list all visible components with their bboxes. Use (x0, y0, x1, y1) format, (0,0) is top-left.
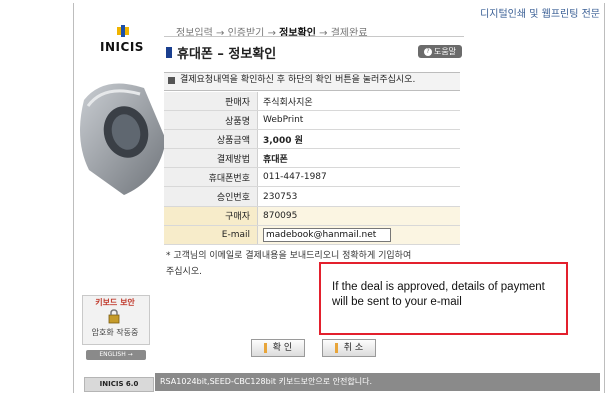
inicis-logo: INICIS (100, 40, 144, 54)
row-label: 상품명 (164, 110, 258, 131)
divider (164, 36, 464, 37)
lock-icon (108, 309, 120, 324)
table-row: 승인번호 230753 (164, 186, 460, 207)
row-label: 구매자 (164, 206, 258, 226)
table-row: 결제방법 휴대폰 (164, 148, 460, 169)
table-row: 상품금액 3,000 원 (164, 129, 460, 150)
inicis-version-badge: INICIS 6.0 (84, 377, 154, 392)
row-value: 3,000 원 (257, 129, 460, 150)
table-row: 상품명 WebPrint (164, 110, 460, 131)
flip-phone-image (80, 83, 166, 195)
row-label: 휴대폰번호 (164, 167, 258, 188)
button-accent-icon (334, 342, 338, 353)
step-arrow-icon: → (319, 28, 328, 39)
title-accent-bar (166, 47, 172, 58)
cancel-label: 취 소 (343, 343, 364, 353)
row-value: 011-447-1987 (257, 167, 460, 188)
english-button[interactable]: ENGLISH → (86, 350, 146, 360)
email-field[interactable] (263, 227, 391, 242)
help-label: 도움말 (433, 47, 457, 56)
top-banner: 디지털인쇄 및 웹프린팅 전문 (480, 9, 600, 20)
email-row: E-mail (164, 225, 460, 245)
bullet-icon (168, 77, 175, 84)
row-label: 상품금액 (164, 129, 258, 150)
page-title: 휴대폰 – 정보확인 (177, 47, 277, 62)
keyboard-security-status: 암호화 작동중 (91, 328, 139, 337)
step-arrow-icon: → (216, 28, 225, 39)
row-value: WebPrint (257, 110, 460, 131)
email-label: E-mail (164, 225, 258, 245)
step-arrow-icon: → (267, 28, 276, 39)
payment-details-table: 판매자 주식회사지온 상품명 WebPrint 상품금액 3,000 원 결제방… (164, 92, 460, 245)
row-value: 주식회사지온 (257, 92, 460, 112)
row-label: 결제방법 (164, 148, 258, 169)
table-row: 판매자 주식회사지온 (164, 92, 460, 112)
help-button[interactable]: ? 도움말 (418, 45, 462, 58)
step-1: 정보입력 (176, 28, 213, 39)
email-cell (257, 225, 460, 245)
table-row: 휴대폰번호 011-447-1987 (164, 167, 460, 188)
confirm-label: 확 인 (272, 343, 293, 353)
inicis-logo-icon (117, 25, 129, 37)
row-value: 230753 (257, 186, 460, 207)
row-label: 승인번호 (164, 186, 258, 207)
table-row: 구매자 870095 (164, 206, 460, 226)
cancel-button[interactable]: 취 소 (322, 339, 376, 357)
row-value: 휴대폰 (257, 148, 460, 169)
footnote-continued: 주십시오. (166, 267, 202, 277)
step-2: 인증받기 (227, 28, 265, 39)
annotation-text: If the deal is approved, details of paym… (332, 281, 545, 308)
confirm-button[interactable]: 확 인 (251, 339, 305, 357)
notice-text: 결제요청내역을 확인하신 후 하단의 확인 버튼을 눌러주십시오. (180, 75, 416, 85)
button-accent-icon (263, 342, 267, 353)
keyboard-security-title: 키보드 보안 (95, 298, 135, 307)
row-value: 870095 (257, 206, 460, 226)
security-footer-text: RSA1024bit,SEED-CBC128bit 키보드보안으로 안전합니다. (160, 377, 373, 386)
step-3-active: 정보확인 (279, 28, 316, 39)
row-label: 판매자 (164, 92, 258, 112)
step-4: 결제완료 (330, 28, 368, 39)
question-icon: ? (423, 47, 432, 56)
